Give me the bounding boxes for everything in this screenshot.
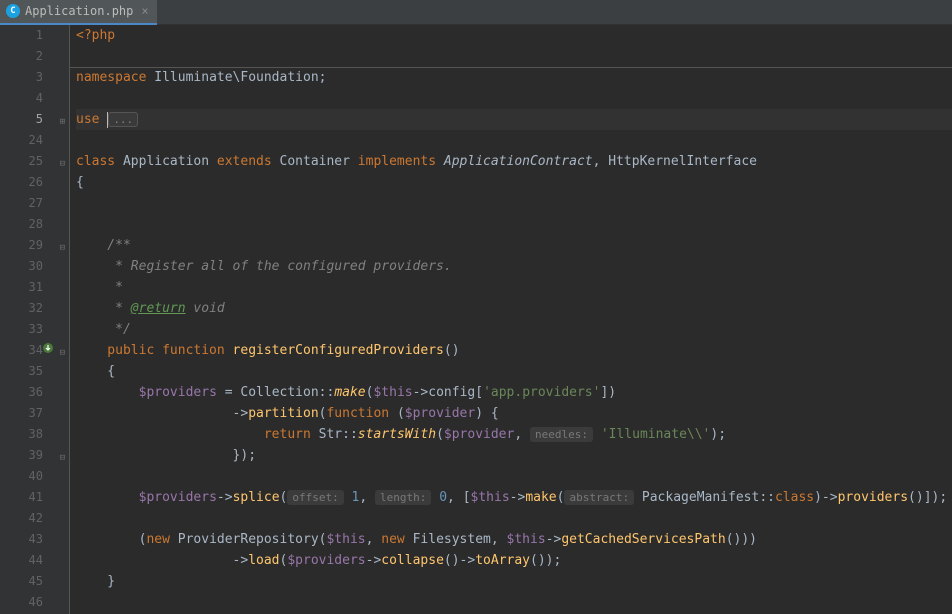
line-number[interactable]: 33: [0, 319, 69, 340]
code-line: <?php: [76, 25, 952, 46]
tab-label: Application.php: [25, 1, 133, 22]
code-line: ->partition(function ($provider) {: [76, 403, 952, 424]
gutter: 1 2 3 4 5⊞ 24 25⊟ 26 27 28 29⊟ 30 31 32 …: [0, 25, 70, 614]
fold-collapse-icon[interactable]: ⊟: [56, 238, 65, 247]
line-number[interactable]: 32: [0, 298, 69, 319]
line-number[interactable]: 37: [0, 403, 69, 424]
code-line: });: [76, 445, 952, 466]
fold-collapse-icon[interactable]: ⊟: [56, 343, 65, 352]
line-number[interactable]: 44: [0, 550, 69, 571]
code-line: [76, 466, 952, 487]
line-number[interactable]: 27: [0, 193, 69, 214]
line-number[interactable]: 25⊟: [0, 151, 69, 172]
line-number[interactable]: 24: [0, 130, 69, 151]
code-area[interactable]: <?php namespace Illuminate\Foundation; u…: [70, 25, 952, 614]
code-line: *: [76, 277, 952, 298]
line-number[interactable]: 1: [0, 25, 69, 46]
fold-expand-icon[interactable]: ⊞: [56, 112, 65, 121]
close-icon[interactable]: ×: [141, 1, 148, 22]
code-line: [76, 46, 952, 67]
line-number[interactable]: 5⊞: [0, 109, 69, 130]
editor-tab[interactable]: C Application.php ×: [0, 0, 157, 25]
line-number[interactable]: 26: [0, 172, 69, 193]
code-line: (new ProviderRepository($this, new Files…: [76, 529, 952, 550]
line-number[interactable]: 40: [0, 466, 69, 487]
code-line: $providers->splice(offset: 1, length: 0,…: [76, 487, 952, 508]
line-number[interactable]: 29⊟: [0, 235, 69, 256]
line-number[interactable]: 45: [0, 571, 69, 592]
code-line: namespace Illuminate\Foundation;: [76, 67, 952, 88]
fold-placeholder[interactable]: ...: [108, 112, 138, 127]
code-line: */: [76, 319, 952, 340]
tab-bar: C Application.php ×: [0, 0, 952, 25]
code-line: }: [76, 571, 952, 592]
code-line: [76, 130, 952, 151]
line-number[interactable]: 4: [0, 88, 69, 109]
line-number[interactable]: 34 ⊟: [0, 340, 69, 361]
code-line: public function registerConfiguredProvid…: [76, 340, 952, 361]
line-number[interactable]: 28: [0, 214, 69, 235]
line-number[interactable]: 39⊟: [0, 445, 69, 466]
line-number[interactable]: 36: [0, 382, 69, 403]
line-number[interactable]: 3: [0, 67, 69, 88]
code-line: * @return void: [76, 298, 952, 319]
line-number[interactable]: 42: [0, 508, 69, 529]
line-number[interactable]: 41: [0, 487, 69, 508]
code-line: class Application extends Container impl…: [76, 151, 952, 172]
file-type-icon: C: [6, 4, 20, 18]
code-line: [76, 214, 952, 235]
fold-collapse-icon[interactable]: ⊟: [56, 154, 65, 163]
param-hint: offset:: [287, 490, 343, 505]
param-hint: needles:: [530, 427, 593, 442]
code-line: [76, 193, 952, 214]
code-line: return Str::startsWith($provider, needle…: [76, 424, 952, 445]
fold-collapse-icon[interactable]: ⊟: [56, 448, 65, 457]
override-icon[interactable]: [42, 342, 54, 354]
code-line: $providers = Collection::make($this->con…: [76, 382, 952, 403]
code-line: use ...: [76, 109, 952, 130]
line-number[interactable]: 30: [0, 256, 69, 277]
editor-pane: 1 2 3 4 5⊞ 24 25⊟ 26 27 28 29⊟ 30 31 32 …: [0, 25, 952, 614]
line-number[interactable]: 46: [0, 592, 69, 613]
code-line: {: [76, 172, 952, 193]
code-line: [76, 592, 952, 613]
code-line: [76, 508, 952, 529]
line-number[interactable]: 35: [0, 361, 69, 382]
line-number[interactable]: 43: [0, 529, 69, 550]
code-line: /**: [76, 235, 952, 256]
code-line: ->load($providers->collapse()->toArray()…: [76, 550, 952, 571]
line-number[interactable]: 38: [0, 424, 69, 445]
line-number[interactable]: 31: [0, 277, 69, 298]
param-hint: length:: [375, 490, 431, 505]
param-hint: abstract:: [564, 490, 634, 505]
code-line: [76, 88, 952, 109]
code-line: {: [76, 361, 952, 382]
code-line: * Register all of the configured provide…: [76, 256, 952, 277]
line-number[interactable]: 2: [0, 46, 69, 67]
